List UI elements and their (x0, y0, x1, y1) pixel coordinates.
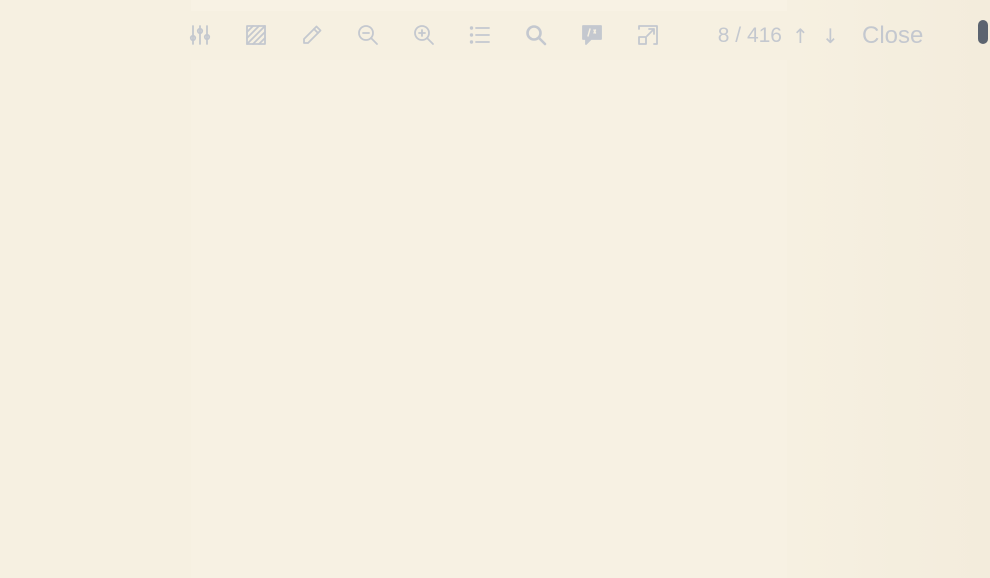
page-counter: 8 / 416 (717, 24, 782, 47)
reader-viewport: 8 / 416 ↑ ↓ Close (0, 0, 990, 578)
comment-icon[interactable] (579, 22, 605, 48)
scrollbar-thumb[interactable] (978, 20, 988, 44)
previous-page-edge (191, 0, 787, 11)
list-icon[interactable] (467, 22, 493, 48)
close-button[interactable]: Close (862, 21, 923, 51)
hatch-pattern-icon[interactable] (243, 22, 269, 48)
next-page-button[interactable]: ↓ (822, 23, 839, 49)
reader-toolbar: 8 / 416 ↑ ↓ Close (0, 12, 976, 60)
zoom-in-icon[interactable] (411, 22, 437, 48)
search-icon[interactable] (523, 22, 549, 48)
external-link-icon[interactable] (635, 22, 661, 48)
document-page[interactable] (191, 60, 787, 578)
previous-page-button[interactable]: ↑ (792, 23, 809, 49)
settings-sliders-icon[interactable] (187, 22, 213, 48)
zoom-out-icon[interactable] (355, 22, 381, 48)
pencil-icon[interactable] (299, 22, 325, 48)
scrollbar[interactable] (976, 0, 990, 578)
